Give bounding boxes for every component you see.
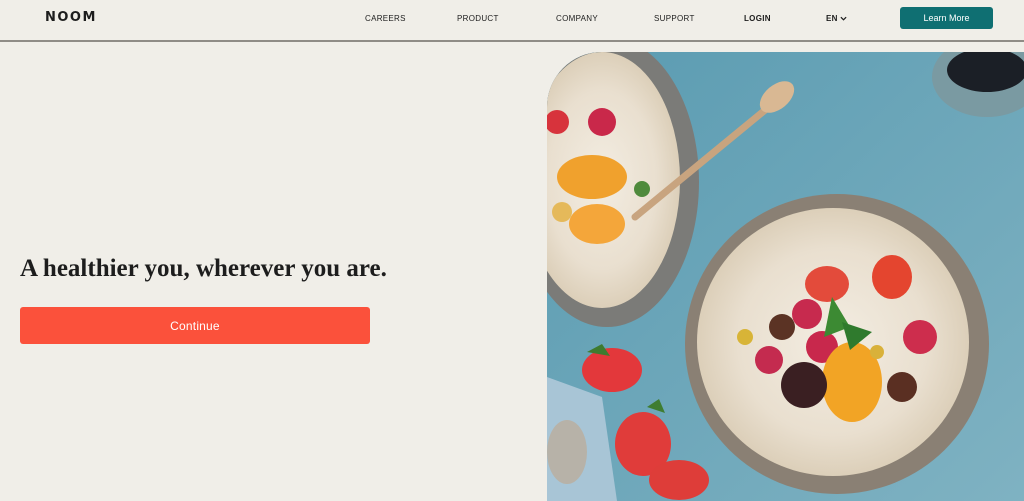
noom-logo[interactable]: NOOM [45, 10, 97, 25]
nav-support[interactable]: SUPPORT [654, 14, 695, 23]
continue-button[interactable]: Continue [20, 307, 370, 344]
language-label: EN [826, 14, 838, 23]
nav-company[interactable]: COMPANY [556, 14, 598, 23]
site-header: NOOM CAREERS PRODUCT COMPANY SUPPORT LOG… [0, 0, 1024, 42]
nav-product[interactable]: PRODUCT [457, 14, 499, 23]
food-bowls-illustration [547, 52, 1024, 501]
nav-careers[interactable]: CAREERS [365, 14, 406, 23]
language-selector[interactable]: EN [826, 14, 847, 23]
nav-login[interactable]: LOGIN [744, 14, 771, 23]
chevron-down-icon [840, 16, 847, 21]
hero-image [547, 52, 1024, 501]
hero-headline: A healthier you, wherever you are. [20, 255, 387, 282]
learn-more-button[interactable]: Learn More [900, 7, 993, 29]
